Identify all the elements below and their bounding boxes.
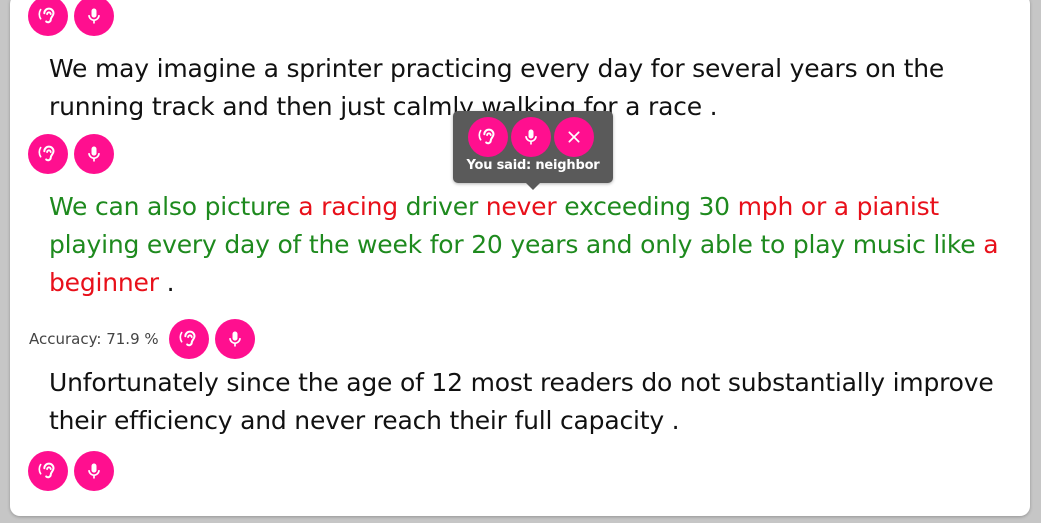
word-popover: You said: neighbor (453, 111, 613, 190)
ear-icon (178, 328, 200, 350)
close-icon (566, 129, 582, 145)
popover-arrow (526, 183, 540, 190)
word-segment[interactable]: We can also picture (49, 192, 298, 221)
accuracy-label: Accuracy: 71.9 % (29, 330, 159, 348)
paragraph-scored-text: We can also picture a racing driver neve… (49, 188, 1019, 302)
paragraph-0-controls (28, 0, 114, 36)
word-segment[interactable]: playing every day of the week for 20 yea… (49, 230, 983, 259)
listen-button[interactable] (168, 319, 209, 359)
word-segment: . (158, 268, 175, 297)
microphone-icon (84, 144, 104, 164)
ear-icon (37, 143, 59, 165)
listen-word-button[interactable] (468, 117, 508, 157)
microphone-icon (225, 329, 245, 349)
record-button[interactable] (214, 319, 255, 359)
heard-word-text: You said: neighbor (466, 158, 600, 173)
listen-button[interactable] (28, 451, 68, 491)
paragraph-1-result-controls: Accuracy: 71.9 % (29, 319, 255, 359)
record-button[interactable] (74, 134, 114, 174)
word-segment[interactable]: mph or a pianist (738, 192, 940, 221)
paragraph-text: Unfortunately since the age of 12 most r… (49, 368, 994, 435)
paragraph-1-controls (28, 134, 114, 174)
ear-icon (37, 460, 59, 482)
microphone-icon (521, 127, 541, 147)
listen-button[interactable] (28, 0, 68, 36)
microphone-icon (84, 461, 104, 481)
record-button[interactable] (74, 0, 114, 36)
record-button[interactable] (74, 451, 114, 491)
word-segment[interactable]: a racing (298, 192, 398, 221)
word-segment[interactable]: exceeding 30 (556, 192, 737, 221)
word-segment[interactable]: never (486, 192, 557, 221)
ear-icon (37, 5, 59, 27)
word-segment[interactable]: driver (398, 192, 486, 221)
popover-controls (468, 117, 594, 157)
listen-button[interactable] (28, 134, 68, 174)
record-word-button[interactable] (511, 117, 551, 157)
paragraph-2-controls (28, 451, 114, 491)
close-popover-button[interactable] (554, 117, 594, 157)
reading-card: We may imagine a sprinter practicing eve… (10, 0, 1030, 516)
microphone-icon (84, 6, 104, 26)
ear-icon (477, 126, 499, 148)
